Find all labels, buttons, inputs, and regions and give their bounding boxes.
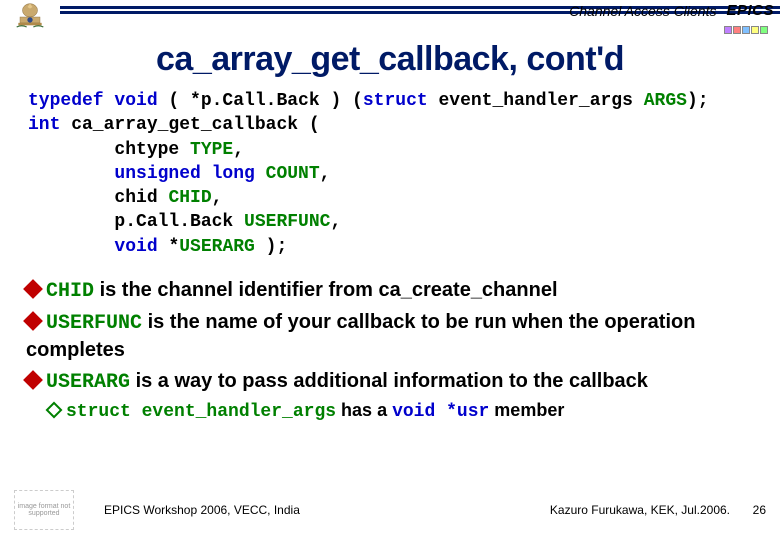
bullet-item: USERFUNC is the name of your callback to…: [26, 309, 760, 364]
sub-code: struct event_handler_args: [66, 402, 336, 422]
slide: Channel Access Clients EPICS ca_array_ge…: [0, 0, 780, 540]
kw: struct: [363, 91, 428, 111]
footer-left: EPICS Workshop 2006, VECC, India: [104, 503, 300, 517]
epics-logo-boxes: [724, 26, 768, 34]
code-text: ,: [330, 212, 341, 232]
code-block: typedef void ( *p.Call.Back ) (struct ev…: [28, 89, 760, 259]
footer-page-number: 26: [753, 503, 766, 517]
arg: CHID: [168, 188, 211, 208]
kw: unsigned long: [28, 164, 255, 184]
diamond-filled-icon: [23, 311, 43, 331]
code-text: ,: [320, 164, 331, 184]
code-text: );: [255, 237, 287, 257]
diamond-filled-icon: [23, 279, 43, 299]
code-text: ca_array_get_callback (: [60, 115, 319, 135]
bullet-item: CHID is the channel identifier from ca_c…: [26, 277, 760, 305]
bullet-text: is a way to pass additional information …: [130, 370, 648, 392]
bullet-list: CHID is the channel identifier from ca_c…: [26, 277, 760, 396]
arg: USERARG: [179, 237, 255, 257]
kw: void: [114, 237, 157, 257]
code-text: );: [687, 91, 709, 111]
section-label: Channel Access Clients: [569, 3, 716, 19]
footer: image format not supported EPICS Worksho…: [0, 490, 780, 530]
code-text: ,: [233, 140, 244, 160]
header-bar: Channel Access Clients EPICS: [0, 0, 780, 34]
footer-right: Kazuro Furukawa, KEK, Jul.2006.: [550, 503, 730, 517]
code-text: p.Call.Back: [28, 212, 244, 232]
brand-text: EPICS: [726, 2, 774, 19]
bullet-item: USERARG is a way to pass additional info…: [26, 368, 760, 396]
header-right: Channel Access Clients EPICS: [569, 2, 774, 19]
emblem-icon: [0, 0, 60, 34]
bullet-code: USERFUNC: [46, 312, 142, 335]
sub-bullet: struct event_handler_args has a void *us…: [48, 400, 760, 422]
bullet-text: is the channel identifier from ca_create…: [94, 279, 558, 301]
code-text: ,: [212, 188, 223, 208]
bullet-code: CHID: [46, 280, 94, 303]
code-text: chid: [28, 188, 168, 208]
diamond-outline-icon: [46, 401, 63, 418]
arg: TYPE: [190, 140, 233, 160]
kw: int: [28, 115, 60, 135]
arg: COUNT: [255, 164, 320, 184]
arg: ARGS: [644, 91, 687, 111]
code-text: chtype: [28, 140, 190, 160]
kw: typedef void: [28, 91, 158, 111]
slide-title: ca_array_get_callback, cont'd: [0, 40, 780, 79]
code-text: *: [158, 237, 180, 257]
code-text: ( *p.Call.Back ) (: [158, 91, 363, 111]
arg: USERFUNC: [244, 212, 330, 232]
sub-text: has a: [336, 400, 392, 420]
sub-text: member: [489, 400, 564, 420]
code-text: event_handler_args: [428, 91, 644, 111]
footer-image-placeholder: image format not supported: [14, 490, 74, 530]
sub-code: void *usr: [392, 402, 489, 422]
code-text: [28, 237, 114, 257]
diamond-filled-icon: [23, 370, 43, 390]
bullet-code: USERARG: [46, 371, 130, 394]
